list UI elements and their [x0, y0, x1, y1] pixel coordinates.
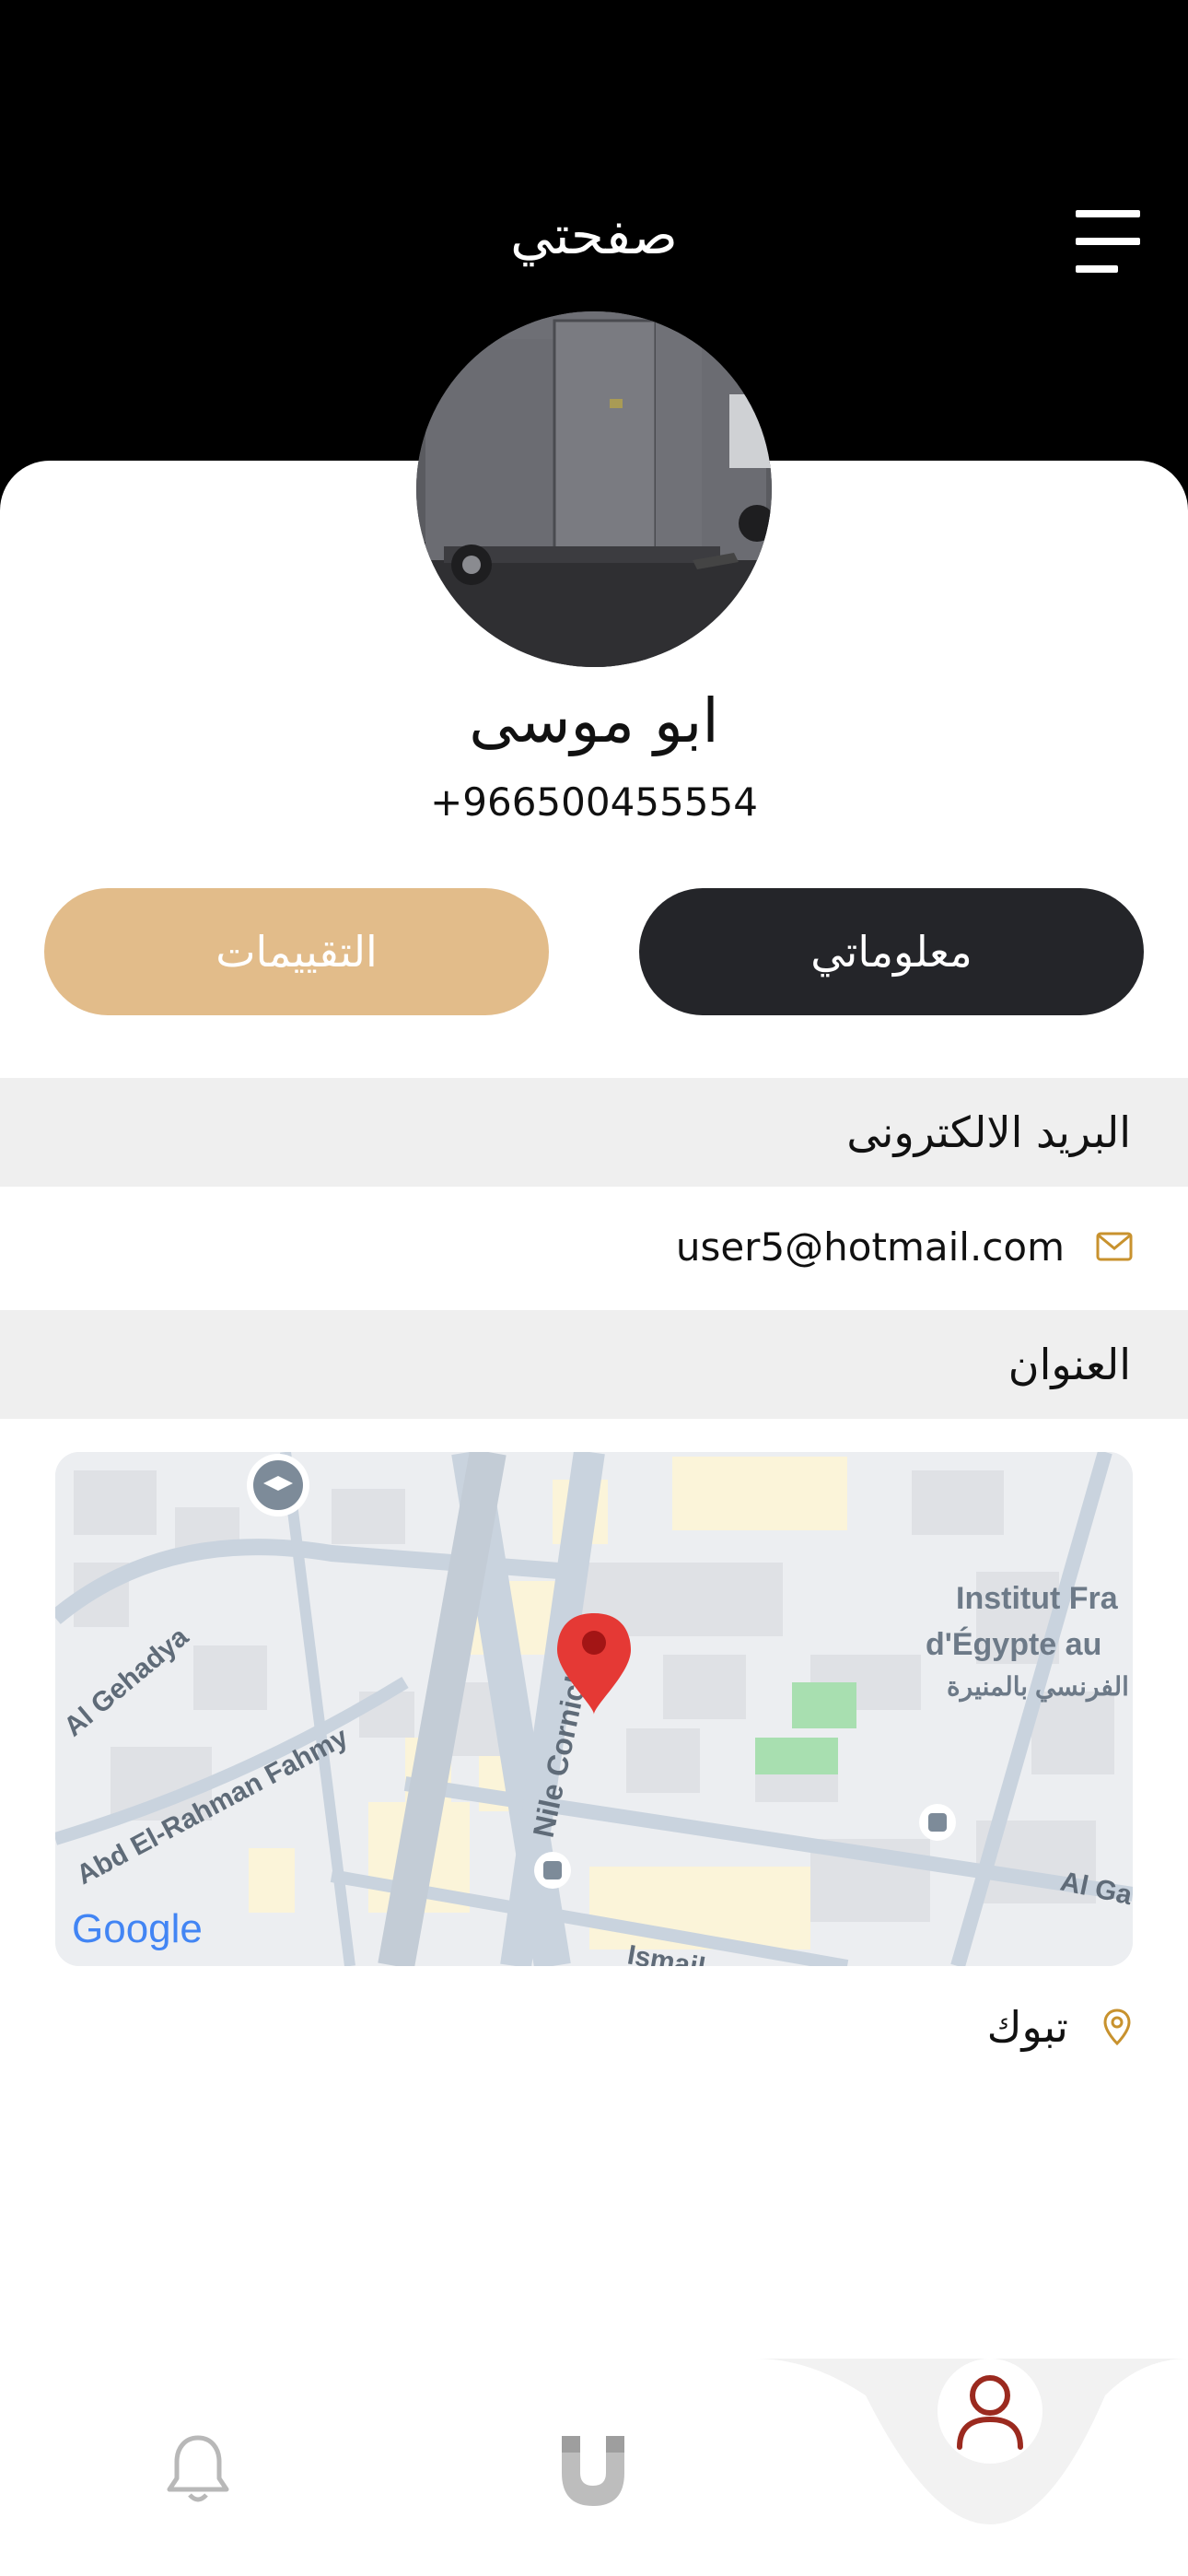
address-section-header: العنوان	[0, 1310, 1188, 1419]
mail-icon	[1096, 1232, 1133, 1261]
email-section-title: البريد الالكترونى	[846, 1107, 1131, 1157]
email-row: user5@hotmail.com	[0, 1187, 1188, 1306]
city-value: تبوك	[986, 2002, 1068, 2052]
page-title: صفحتي	[510, 204, 678, 266]
nav-notifications[interactable]	[164, 2432, 232, 2510]
nav-profile[interactable]	[938, 2359, 1042, 2467]
location-map[interactable]: Al Gehadya Abd El-Rahman Fahmy Nile Corn…	[55, 1452, 1133, 1966]
magnet-icon	[562, 2436, 624, 2506]
avatar[interactable]	[416, 311, 772, 667]
user-icon	[938, 2359, 1042, 2464]
email-value: user5@hotmail.com	[675, 1224, 1065, 1270]
my-info-tab[interactable]: معلوماتي	[639, 888, 1144, 1015]
profile-name: ابو موسى	[469, 685, 719, 756]
bus-stop-icon	[534, 1852, 571, 1889]
email-section-header: البريد الالكترونى	[0, 1078, 1188, 1187]
city-row: تبوك	[0, 1990, 1188, 2064]
bell-icon	[167, 2435, 229, 2502]
bottom-nav	[0, 2359, 1188, 2576]
map-label-poi-3: الفرنسي بالمنيرة	[947, 1672, 1129, 1703]
school-icon	[247, 1454, 309, 1516]
profile-phone: +966500455554	[430, 779, 758, 825]
map-label-poi-1: Institut Fra	[956, 1581, 1119, 1616]
map-label-poi-2: d'Égypte au	[926, 1627, 1101, 1662]
address-section-title: العنوان	[1007, 1340, 1131, 1389]
ratings-tab[interactable]: التقييمات	[44, 888, 549, 1015]
location-pin-icon	[1103, 2008, 1131, 2045]
menu-icon[interactable]	[1076, 210, 1140, 273]
nav-magnet[interactable]	[556, 2430, 630, 2513]
google-logo: Google	[72, 1906, 203, 1951]
bus-stop-icon	[919, 1804, 956, 1841]
